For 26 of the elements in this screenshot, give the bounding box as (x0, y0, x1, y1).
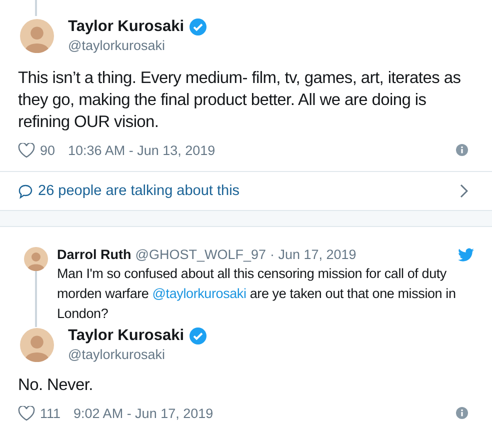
author-name[interactable]: Darrol Ruth (57, 247, 132, 262)
tweet-date[interactable]: · Jun 17, 2019 (270, 247, 356, 262)
like-count: 111 (40, 406, 61, 420)
comment-icon (18, 184, 33, 198)
author-handle[interactable]: @GHOST_WOLF_97 (135, 247, 266, 262)
bird-icon[interactable] (458, 248, 474, 262)
author-name[interactable]: Taylor Kurosaki (68, 327, 184, 345)
conversation-link[interactable]: 26 people are talking about this (0, 172, 492, 210)
tweet-text: No. Never. (18, 375, 94, 396)
author-handle[interactable]: @taylorkurosaki (68, 38, 208, 53)
mention-link[interactable]: @taylorkurosaki (152, 286, 246, 301)
chevron-right-icon[interactable] (460, 184, 468, 198)
tweet-text: Man I'm so confused about all this censoring mission for call of duty morden warfare @taylorkurosaki are ye taken out that one mission in London? (57, 265, 457, 323)
author-handle[interactable]: @taylorkurosaki (68, 347, 208, 362)
like-count: 90 (40, 142, 56, 158)
tweet-text: This isn’t a thing. Every medium- film, tv, games, art, iterates as they go, making the final product better. All we are doing is refining OUR vision. (18, 68, 462, 133)
info-icon[interactable] (456, 144, 468, 156)
avatar[interactable] (24, 247, 48, 271)
avatar[interactable] (20, 18, 54, 52)
avatar[interactable] (20, 328, 54, 362)
author-name[interactable]: Taylor Kurosaki (68, 18, 184, 36)
heart-icon[interactable] (18, 406, 35, 420)
tweet-timestamp[interactable]: 10:36 AM - Jun 13, 2019 (68, 142, 216, 158)
heart-icon[interactable] (18, 142, 35, 158)
tweet-timestamp[interactable]: 9:02 AM - Jun 17, 2019 (74, 406, 214, 420)
info-icon[interactable] (456, 407, 468, 419)
